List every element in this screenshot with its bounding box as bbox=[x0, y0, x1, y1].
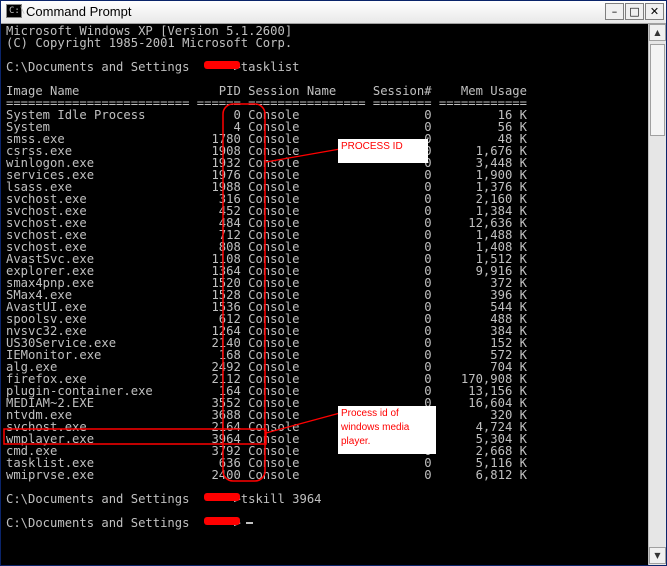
wmplayer-note-line-2: windows media bbox=[341, 422, 410, 433]
wmplayer-pid-note: Process id of windows media player. bbox=[338, 406, 436, 454]
wmplayer-note-line-1: Process id of bbox=[341, 408, 399, 419]
pid-note: PROCESS ID bbox=[338, 139, 428, 163]
wmplayer-note-line-3: player. bbox=[341, 436, 371, 447]
wmplayer-callout-line bbox=[265, 412, 341, 434]
pid-column-highlight bbox=[222, 103, 266, 482]
wmplayer-row-highlight bbox=[3, 428, 267, 445]
pid-callout-line bbox=[265, 148, 341, 163]
annotation-overlay bbox=[3, 103, 341, 482]
text-cursor bbox=[246, 522, 253, 524]
pid-note-text: PROCESS ID bbox=[341, 141, 403, 152]
